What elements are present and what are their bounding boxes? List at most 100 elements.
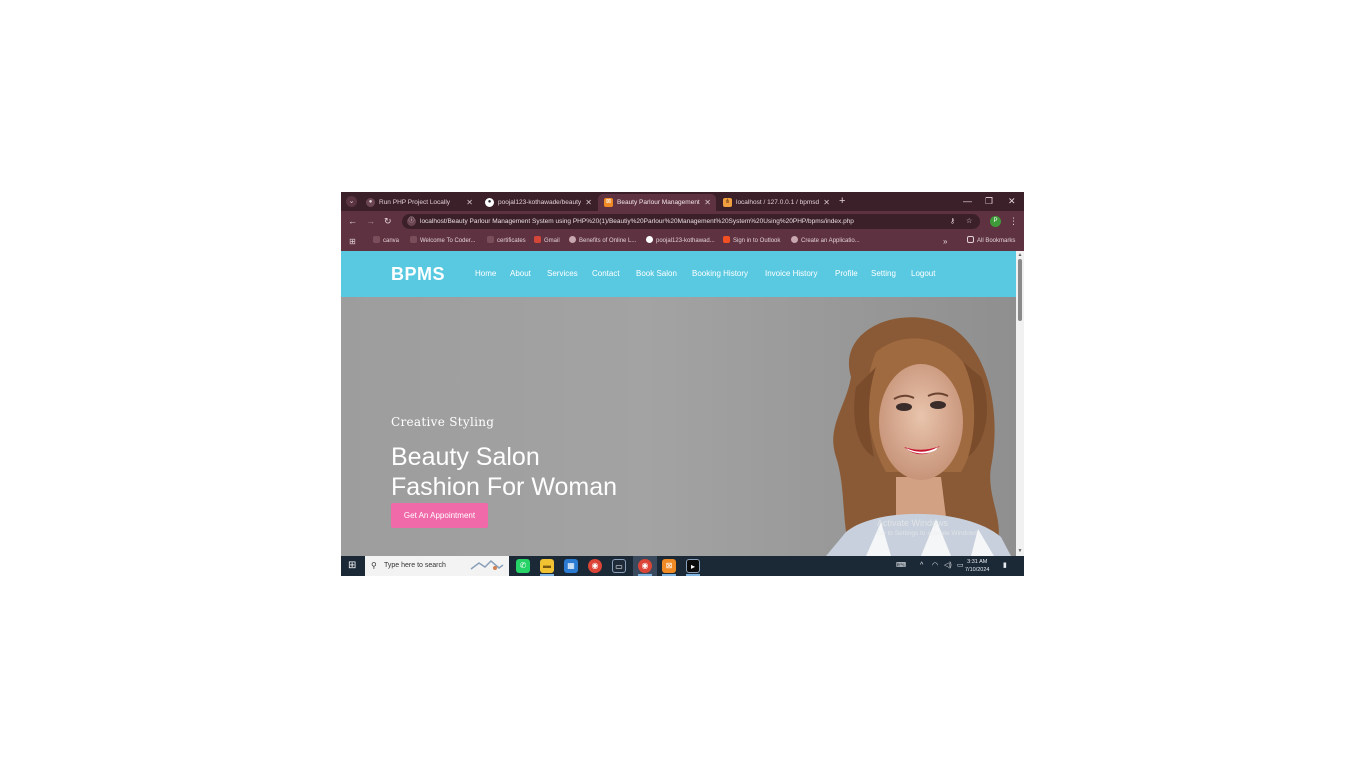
headline-line-1: Beauty Salon — [391, 443, 540, 471]
tab-search-icon[interactable]: ⌄ — [346, 196, 357, 207]
active-indicator — [662, 574, 676, 576]
command-prompt-icon[interactable]: ▸ — [686, 559, 700, 573]
close-tab-icon[interactable]: ✕ — [585, 194, 592, 211]
bookmark-outlook[interactable]: Sign in to Outlook — [723, 232, 780, 251]
site-header: BPMS Home About Services Contact Book Sa… — [341, 251, 1016, 297]
whatsapp-icon[interactable]: ✆ — [516, 559, 530, 573]
browser-toolbar: ← → ↻ ⓘ localhost/Beauty Parlour Managem… — [341, 211, 1024, 232]
headline-line-2: Fashion For Woman — [391, 473, 618, 501]
nav-setting[interactable]: Setting — [871, 251, 896, 297]
active-indicator — [638, 574, 652, 576]
close-tab-icon[interactable]: ✕ — [823, 194, 830, 211]
search-placeholder: Type here to search — [384, 562, 446, 569]
plus-icon[interactable]: + — [839, 194, 845, 209]
windows-start-icon[interactable]: ⊞ — [348, 560, 358, 571]
folder-icon — [967, 236, 974, 243]
nav-home[interactable]: Home — [475, 251, 496, 297]
page-scrollbar[interactable]: ▲ ▼ — [1016, 251, 1024, 556]
all-bookmarks[interactable]: All Bookmarks — [967, 232, 1015, 251]
password-key-icon[interactable]: ⚷ — [950, 214, 955, 229]
kebab-menu-icon[interactable]: ⋮ — [1009, 214, 1018, 229]
active-indicator — [540, 574, 554, 576]
xampp-icon: ⊠ — [604, 198, 613, 207]
github-icon — [646, 236, 653, 243]
terminal-icon[interactable]: ▭ — [612, 559, 626, 573]
close-tab-icon[interactable]: ✕ — [466, 194, 473, 211]
star-icon[interactable]: ☆ — [966, 214, 972, 229]
bookmark-coder[interactable]: Welcome To Coder... — [410, 232, 475, 251]
bookmark-benefits[interactable]: Benefits of Online L... — [569, 232, 636, 251]
chevron-up-icon[interactable]: ^ — [920, 556, 923, 576]
hero-kicker: Creative Styling — [391, 415, 495, 429]
chrome-icon[interactable]: ◉ — [588, 559, 602, 573]
nav-about[interactable]: About — [510, 251, 531, 297]
gmail-icon — [534, 236, 541, 243]
page-viewport: BPMS Home About Services Contact Book Sa… — [341, 251, 1024, 556]
globe-icon — [791, 236, 798, 243]
notification-icon[interactable]: ▮ — [1003, 556, 1007, 576]
bookmark-icon — [487, 236, 494, 243]
restore-icon[interactable]: ❐ — [985, 194, 993, 209]
windows-taskbar: ⊞ ⚲ Type here to search ✆ ▬ ▦ ◉ ▭ ◉ ⊠ ▸ … — [341, 556, 1024, 576]
tab-title: Run PHP Project Locally — [379, 199, 451, 206]
nav-book-salon[interactable]: Book Salon — [636, 251, 677, 297]
apps-grid-icon[interactable]: ⊞ — [349, 232, 356, 251]
file-explorer-icon[interactable]: ▬ — [540, 559, 554, 573]
bookmark-icon — [410, 236, 417, 243]
battery-icon[interactable]: ▭ — [957, 556, 964, 576]
xampp-icon[interactable]: ⊠ — [662, 559, 676, 573]
chevron-more-icon[interactable]: » — [943, 232, 947, 251]
microsoft-icon — [723, 236, 730, 243]
nav-profile[interactable]: Profile — [835, 251, 858, 297]
reload-icon[interactable]: ↻ — [384, 215, 392, 228]
bookmark-gmail[interactable]: Gmail — [534, 232, 560, 251]
bookmark-certificates[interactable]: certificates — [487, 232, 526, 251]
bookmark-canva[interactable]: canva — [373, 232, 399, 251]
site-info-icon[interactable]: ⓘ — [407, 217, 416, 226]
arrow-left-icon[interactable]: ← — [348, 215, 357, 228]
scroll-down-icon[interactable]: ▼ — [1017, 548, 1023, 554]
nav-logout[interactable]: Logout — [911, 251, 935, 297]
minimize-icon[interactable]: — — [963, 194, 972, 209]
active-indicator — [686, 574, 700, 576]
bookmark-github[interactable]: poojal123-kothawad... — [646, 232, 715, 251]
watermark-title: Activate Windows — [877, 518, 949, 528]
profile-avatar[interactable]: P — [990, 216, 1001, 227]
tab-beauty-parlour[interactable]: ⊠ Beauty Parlour Management Sy ✕ — [598, 194, 716, 211]
arrow-right-icon[interactable]: → — [366, 215, 375, 228]
taskbar-search[interactable]: ⚲ Type here to search — [365, 556, 509, 576]
phpmyadmin-icon: ⋔ — [723, 198, 732, 207]
nav-services[interactable]: Services — [547, 251, 578, 297]
tab-title: localhost / 127.0.0.1 / bpmsdb — [736, 199, 819, 206]
volume-icon[interactable]: ◁) — [944, 556, 952, 576]
activate-windows-watermark: Activate Windows Go to Settings to activ… — [877, 518, 980, 537]
nav-contact[interactable]: Contact — [592, 251, 620, 297]
taskbar-clock[interactable]: 3:31 AM 7/10/2024 — [965, 558, 989, 574]
scroll-up-icon[interactable]: ▲ — [1017, 252, 1023, 258]
nav-invoice-history[interactable]: Invoice History — [765, 251, 817, 297]
network-icon[interactable]: ◠ — [932, 556, 938, 576]
browser-tab-strip: ⌄ ● Run PHP Project Locally ✕ ● poojal12… — [341, 192, 1024, 211]
network-app-icon[interactable]: ▦ — [564, 559, 578, 573]
globe-icon — [569, 236, 576, 243]
close-tab-icon[interactable]: ✕ — [704, 194, 711, 211]
screenshot: ⌄ ● Run PHP Project Locally ✕ ● poojal12… — [341, 192, 1024, 576]
clock-date: 7/10/2024 — [965, 567, 990, 573]
bookmark-create-app[interactable]: Create an Applicatio... — [791, 232, 860, 251]
address-bar[interactable]: ⓘ localhost/Beauty Parlour Management Sy… — [402, 214, 980, 229]
scrollbar-thumb[interactable] — [1018, 259, 1022, 321]
chrome-active-icon[interactable]: ◉ — [638, 559, 652, 573]
github-icon: ● — [485, 198, 494, 207]
tab-run-php[interactable]: ● Run PHP Project Locally ✕ — [360, 194, 478, 211]
bookmarks-bar: ⊞ canva Welcome To Coder... certificates… — [341, 232, 1024, 251]
site-logo[interactable]: BPMS — [391, 251, 445, 297]
tab-phpmyadmin[interactable]: ⋔ localhost / 127.0.0.1 / bpmsdb ✕ — [717, 194, 835, 211]
keyboard-icon[interactable]: ⌨ — [896, 556, 906, 576]
watermark-subtitle: Go to Settings to activate Windows. — [877, 530, 980, 537]
clock-time: 3:31 AM — [967, 559, 988, 565]
nav-booking-history[interactable]: Booking History — [692, 251, 748, 297]
tab-github[interactable]: ● poojal123-kothawade/beauty-... ✕ — [479, 194, 597, 211]
get-appointment-button[interactable]: Get An Appointment — [391, 503, 488, 528]
close-window-icon[interactable]: ✕ — [1008, 194, 1016, 209]
url-text[interactable]: localhost/Beauty Parlour Management Syst… — [420, 214, 930, 229]
